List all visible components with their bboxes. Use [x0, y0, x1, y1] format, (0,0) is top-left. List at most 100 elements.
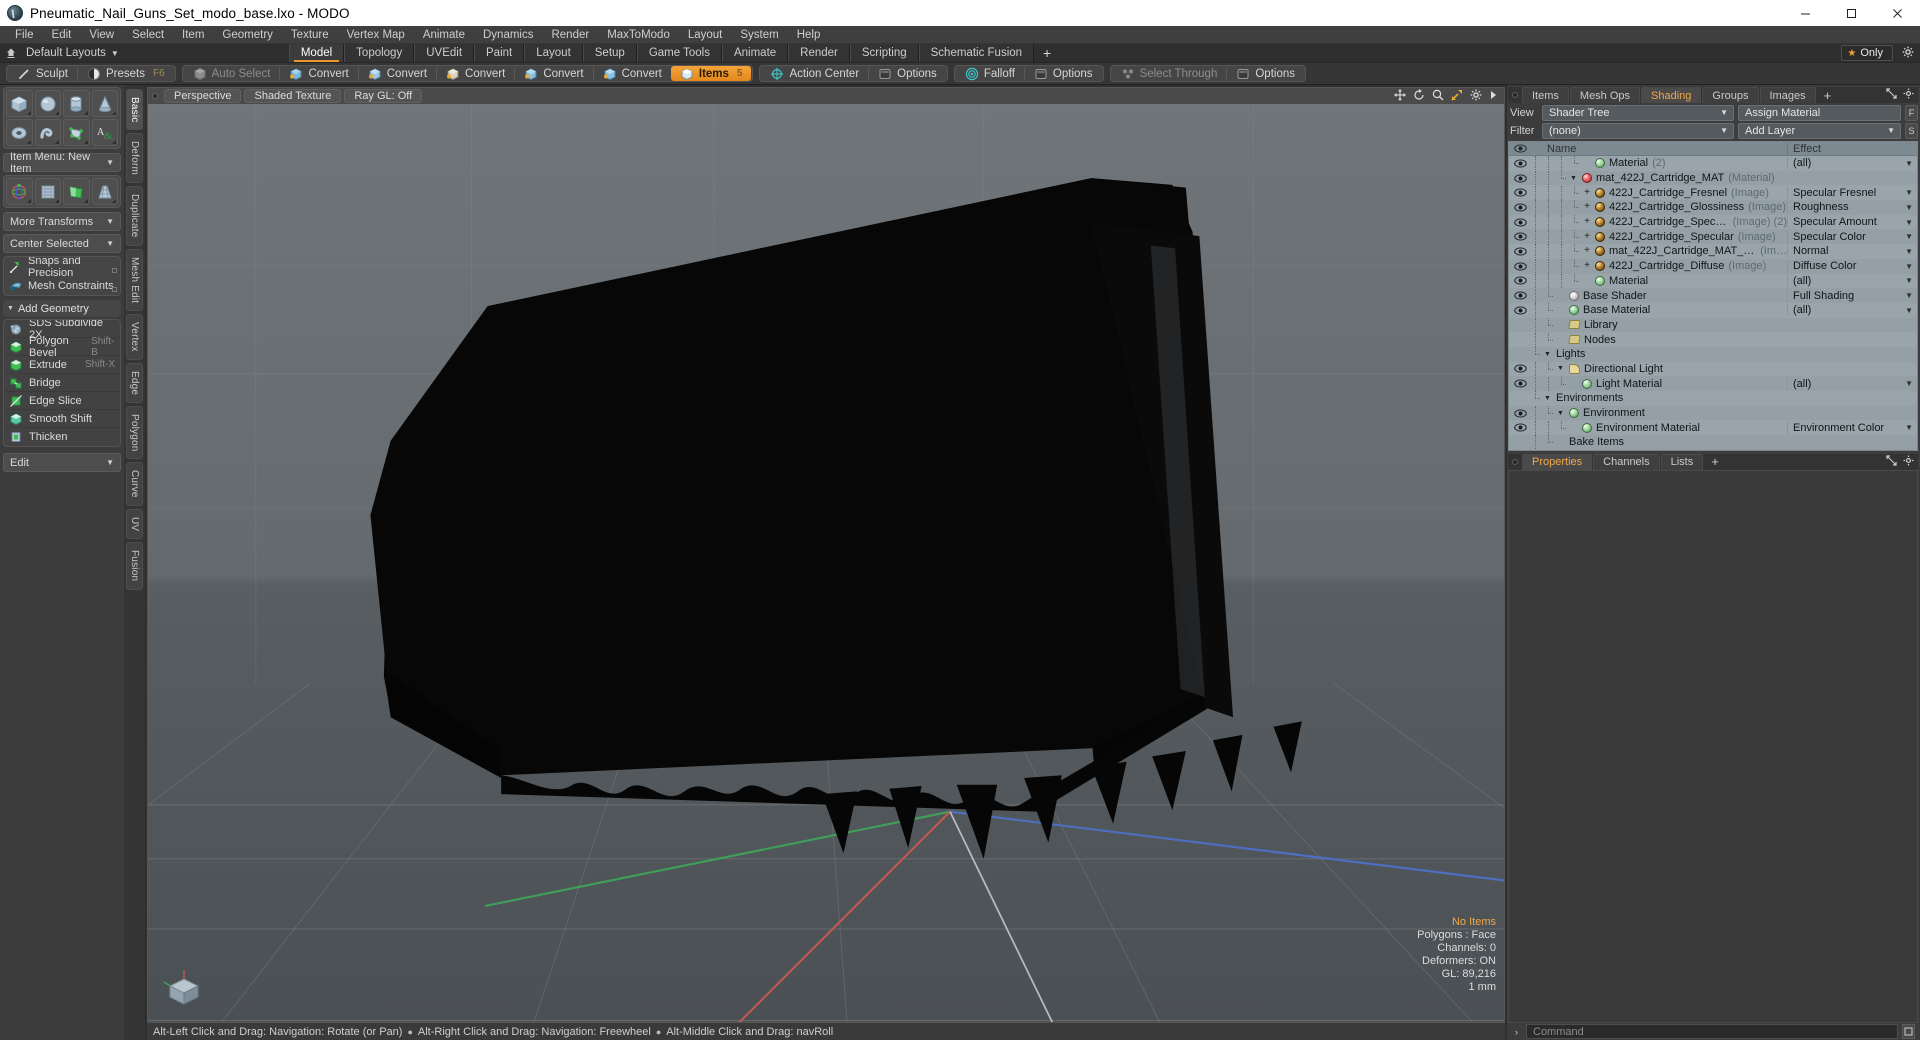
tree-row-name-cell[interactable]: ▼ Environments — [1531, 391, 1787, 405]
axis-orientation-gizmo[interactable] — [160, 962, 206, 1008]
mode-tab-basic[interactable]: Basic — [126, 89, 143, 131]
shader-tree-row[interactable]: +422J_Cartridge_Diffuse (Image) Diffuse C… — [1509, 258, 1917, 274]
tree-row-effect-cell[interactable]: (all) ▼ — [1787, 274, 1917, 287]
flex-mesh-icon[interactable] — [63, 178, 90, 205]
auto-select-button[interactable]: Auto Select — [184, 66, 280, 81]
mode-tab-fusion[interactable]: Fusion — [126, 542, 143, 590]
shader-tree-row[interactable]: Material (all) ▼ — [1509, 273, 1917, 289]
menu-item-texture[interactable]: Texture — [282, 26, 338, 44]
properties-content[interactable] — [1508, 469, 1918, 1023]
expand-plus-icon[interactable]: + — [1583, 217, 1591, 227]
spiral-primitive-icon[interactable] — [34, 119, 61, 146]
visibility-toggle[interactable] — [1509, 188, 1531, 197]
menu-item-vertex-map[interactable]: Vertex Map — [338, 26, 414, 44]
tool-thicken[interactable]: Thicken — [4, 428, 120, 446]
visibility-toggle[interactable] — [1509, 364, 1531, 373]
mode-tab-polygon[interactable]: Polygon — [126, 405, 143, 460]
visibility-toggle[interactable] — [1509, 232, 1531, 241]
mode-tab-deform[interactable]: Deform — [126, 133, 143, 184]
chevron-down-icon[interactable]: ▼ — [1905, 203, 1913, 212]
menu-item-select[interactable]: Select — [123, 26, 173, 44]
tool-extrude[interactable]: Extrude Shift-X — [4, 356, 120, 374]
shader-tree-row[interactable]: Base Shader Full Shading ▼ — [1509, 288, 1917, 303]
convert-polygon-button[interactable]: Convert — [436, 66, 514, 81]
tool-polygon-bevel[interactable]: Polygon Bevel Shift-B — [4, 335, 120, 359]
snaps-and-precision-button[interactable]: Snaps and Precision — [4, 257, 120, 279]
layout-tab-setup[interactable]: Setup — [582, 44, 637, 62]
shader-tree-row[interactable]: +422J_Cartridge_Specular (Image) (2) Spec… — [1509, 215, 1917, 230]
shader-tree-row[interactable]: Bake Items — [1509, 435, 1917, 450]
tree-row-effect-cell[interactable]: Specular Fresnel ▼ — [1787, 186, 1917, 199]
visibility-toggle[interactable] — [1509, 423, 1531, 432]
convert-edge-button[interactable]: Convert — [357, 66, 436, 81]
visibility-toggle[interactable] — [1509, 159, 1531, 168]
shader-tree-row[interactable]: +422J_Cartridge_Fresnel (Image) Specular … — [1509, 185, 1917, 200]
menu-item-help[interactable]: Help — [788, 26, 830, 44]
viewport-menu-dot-icon[interactable] — [148, 88, 161, 104]
menu-item-item[interactable]: Item — [173, 26, 213, 44]
shader-tree-row[interactable]: Library — [1509, 317, 1917, 333]
home-icon[interactable] — [0, 44, 22, 62]
edit-dropdown[interactable]: Edit ▼ — [3, 453, 121, 472]
action-center-button[interactable]: Action Center — [761, 66, 868, 81]
expand-triangle-icon[interactable]: ▼ — [1544, 395, 1552, 402]
falloff-button[interactable]: Falloff — [956, 66, 1024, 81]
menu-item-view[interactable]: View — [80, 26, 123, 44]
chevron-down-icon[interactable]: ▼ — [1905, 423, 1913, 432]
tree-row-effect-cell[interactable]: Specular Color ▼ — [1787, 230, 1917, 243]
center-selected-dropdown[interactable]: Center Selected ▼ — [3, 234, 121, 253]
chevron-down-icon[interactable]: ▼ — [1905, 159, 1913, 168]
viewport-raygl-button[interactable]: Ray GL: Off — [344, 89, 423, 103]
layout-tab-model[interactable]: Model — [288, 44, 345, 62]
minimize-button[interactable] — [1782, 0, 1828, 26]
layout-tab-scripting[interactable]: Scripting — [849, 44, 919, 62]
shader-tree-row[interactable]: Environment Material Environment Color ▼ — [1509, 420, 1917, 435]
convert-vertex-button[interactable]: Convert — [279, 66, 357, 81]
layout-tab-layout[interactable]: Layout — [524, 44, 583, 62]
tree-row-effect-cell[interactable]: Roughness ▼ — [1787, 201, 1917, 214]
chevron-down-icon[interactable]: ▼ — [1905, 232, 1913, 241]
tool-bridge[interactable]: Bridge — [4, 374, 120, 392]
shader-tree-row[interactable]: Nodes — [1509, 332, 1917, 347]
tree-row-name-cell[interactable]: ▼ Lights — [1531, 347, 1787, 361]
gear-icon[interactable] — [1470, 89, 1482, 104]
chevron-down-icon[interactable]: ▼ — [1905, 379, 1913, 388]
chevron-down-icon[interactable]: ▼ — [1905, 247, 1913, 256]
visibility-toggle[interactable] — [1509, 379, 1531, 388]
add-layer-end-button[interactable]: S — [1905, 122, 1918, 139]
expand-triangle-icon[interactable]: ▼ — [1544, 351, 1552, 358]
default-layouts-dropdown[interactable]: Default Layouts ▼ — [22, 44, 129, 62]
menu-item-render[interactable]: Render — [542, 26, 598, 44]
visibility-toggle[interactable] — [1509, 247, 1531, 256]
panel-expand-icon[interactable] — [1886, 88, 1897, 102]
visibility-toggle[interactable] — [1509, 203, 1531, 212]
maximize-button[interactable] — [1828, 0, 1874, 26]
properties-tab[interactable]: Properties — [1522, 453, 1593, 470]
add-geometry-section-header[interactable]: ▼ Add Geometry — [3, 300, 121, 317]
shader-tree-row[interactable]: Material (2) (all) ▼ — [1509, 156, 1917, 171]
tree-row-effect-cell[interactable]: (all) ▼ — [1787, 157, 1917, 170]
menu-item-system[interactable]: System — [731, 26, 787, 44]
action-center-options-button[interactable]: Options — [868, 66, 946, 81]
panel-expand-icon[interactable] — [1886, 455, 1897, 469]
panel-menu-dot-icon[interactable] — [1508, 87, 1522, 103]
menu-item-geometry[interactable]: Geometry — [213, 26, 282, 44]
gear-icon[interactable] — [1902, 46, 1914, 61]
tree-row-name-cell[interactable]: +422J_Cartridge_Specular (Image) — [1531, 229, 1787, 244]
visibility-toggle[interactable] — [1509, 291, 1531, 300]
shader-tree-row[interactable]: ▼ Environments — [1509, 391, 1917, 406]
add-layout-tab-button[interactable]: + — [1034, 44, 1060, 62]
shader-tree-row[interactable]: +422J_Cartridge_Glossiness (Image) Roughn… — [1509, 200, 1917, 215]
tree-row-effect-cell[interactable]: Normal ▼ — [1787, 245, 1917, 258]
menu-item-animate[interactable]: Animate — [414, 26, 474, 44]
panel-tab-shading[interactable]: Shading — [1641, 87, 1702, 103]
more-transforms-dropdown[interactable]: More Transforms ▼ — [3, 212, 121, 231]
taper-mesh-icon[interactable] — [91, 178, 118, 205]
tree-row-effect-cell[interactable]: Specular Amount ▼ — [1787, 216, 1917, 229]
layout-tab-game-tools[interactable]: Game Tools — [636, 44, 722, 62]
only-button[interactable]: ★ Only — [1841, 45, 1893, 61]
panel-gear-icon[interactable] — [1903, 88, 1914, 102]
chevron-down-icon[interactable]: ▼ — [1905, 306, 1913, 315]
shader-tree-row[interactable]: +422J_Cartridge_Specular (Image) Specular… — [1509, 229, 1917, 245]
mode-tab-curve[interactable]: Curve — [126, 462, 143, 507]
